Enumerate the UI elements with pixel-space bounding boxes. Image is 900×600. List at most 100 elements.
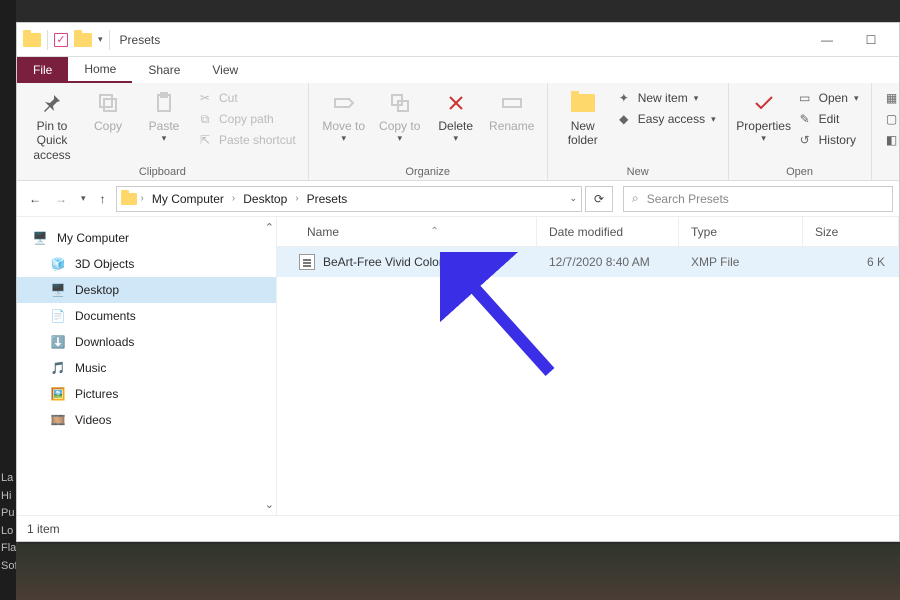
tab-share[interactable]: Share xyxy=(132,57,196,83)
history-dropdown-icon[interactable]: ▾ xyxy=(81,193,86,204)
label: Pictures xyxy=(75,387,118,401)
navigation-pane[interactable]: ⌃ ⌄ 🖥️ My Computer 🧊3D Objects 🖥️ Desktop… xyxy=(17,217,277,515)
music-icon: 🎵 xyxy=(49,360,67,376)
qat-dropdown-icon[interactable]: ▾ xyxy=(98,34,103,45)
copy-to-button[interactable]: Copy to▾ xyxy=(373,87,427,146)
label: Downloads xyxy=(75,335,134,349)
separator xyxy=(47,30,48,50)
label: Music xyxy=(75,361,106,375)
computer-icon: 🖥️ xyxy=(31,230,49,246)
minimize-button[interactable]: — xyxy=(805,25,849,55)
column-name[interactable]: Name⌃ xyxy=(277,217,537,246)
desktop-icon: 🖥️ xyxy=(49,282,67,298)
file-list-pane: Name⌃ Date modified Type Size BeArt-Free… xyxy=(277,217,899,515)
file-icon xyxy=(299,254,315,270)
chevron-down-icon: ▾ xyxy=(711,114,716,125)
select-all-button[interactable]: ▦Select all xyxy=(880,89,900,107)
select-none-button[interactable]: ▢Select none xyxy=(880,110,900,128)
rename-icon xyxy=(498,89,526,117)
group-clipboard: Pin to Quick access Copy Paste ▾ ✂Cut ⧉C… xyxy=(17,83,309,180)
edit-button[interactable]: ✎Edit xyxy=(793,110,863,128)
background-image-strip xyxy=(16,544,900,600)
breadcrumb-segment[interactable]: My Computer xyxy=(148,192,228,206)
label: Documents xyxy=(75,309,136,323)
label: Move to xyxy=(322,119,365,133)
cut-icon: ✂ xyxy=(197,90,213,106)
sidebar-item-3d-objects[interactable]: 🧊3D Objects xyxy=(17,251,276,277)
paste-shortcut-button[interactable]: ⇱Paste shortcut xyxy=(193,131,300,149)
breadcrumb-segment[interactable]: Presets xyxy=(303,192,352,206)
chevron-down-icon: ▾ xyxy=(341,133,346,144)
sidebar-item-desktop[interactable]: 🖥️ Desktop xyxy=(17,277,276,303)
forward-button[interactable]: → xyxy=(55,192,67,206)
scroll-down-icon[interactable]: ⌄ xyxy=(265,498,274,511)
chevron-down-icon: ▾ xyxy=(453,133,458,144)
search-box[interactable]: ⌕ Search Presets xyxy=(623,186,893,212)
qat-properties-icon[interactable]: ✓ xyxy=(54,33,68,47)
easy-access-button[interactable]: ◆Easy access ▾ xyxy=(612,110,720,128)
pin-icon xyxy=(38,89,66,117)
file-date: 12/7/2020 8:40 AM xyxy=(537,255,679,269)
refresh-button[interactable]: ⟳ xyxy=(585,186,613,212)
rename-button[interactable]: Rename xyxy=(485,87,539,135)
label: New item xyxy=(638,91,688,105)
search-icon: ⌕ xyxy=(632,191,639,206)
pin-to-quick-access-button[interactable]: Pin to Quick access xyxy=(25,87,79,164)
tab-file[interactable]: File xyxy=(17,57,68,83)
label: Copy xyxy=(94,119,122,133)
cut-button[interactable]: ✂Cut xyxy=(193,89,300,107)
tab-home[interactable]: Home xyxy=(68,57,132,83)
sidebar-item-pictures[interactable]: 🖼️ Pictures xyxy=(17,381,276,407)
chevron-right-icon: › xyxy=(139,193,146,204)
folder-icon xyxy=(121,193,137,205)
sidebar-item-my-computer[interactable]: 🖥️ My Computer xyxy=(17,225,276,251)
nav-arrows: ← → ▾ ↑ xyxy=(23,192,112,206)
copy-path-button[interactable]: ⧉Copy path xyxy=(193,110,300,128)
properties-button[interactable]: Properties▾ xyxy=(737,87,791,146)
scroll-up-icon[interactable]: ⌃ xyxy=(265,221,274,234)
sidebar-item-downloads[interactable]: ⬇️Downloads xyxy=(17,329,276,355)
sidebar-item-videos[interactable]: 🎞️Videos xyxy=(17,407,276,433)
history-button[interactable]: ↺ History xyxy=(793,131,863,149)
tab-view[interactable]: View xyxy=(196,57,254,83)
invert-selection-button[interactable]: ◧Invert selection xyxy=(880,131,900,149)
ribbon-tabs: File Home Share View xyxy=(17,57,899,83)
breadcrumb-segment[interactable]: Desktop xyxy=(239,192,291,206)
new-item-button[interactable]: ✦New item ▾ xyxy=(612,89,720,107)
file-row[interactable]: BeArt-Free Vivid Colors.xmp 12/7/2020 8:… xyxy=(277,247,899,277)
sidebar-item-documents[interactable]: 📄 Documents xyxy=(17,303,276,329)
column-size[interactable]: Size xyxy=(803,217,899,246)
label: Delete xyxy=(438,119,473,133)
history-icon: ↺ xyxy=(797,132,813,148)
column-date[interactable]: Date modified xyxy=(537,217,679,246)
video-icon: 🎞️ xyxy=(49,412,67,428)
paste-button[interactable]: Paste ▾ xyxy=(137,87,191,146)
label: History xyxy=(819,133,856,147)
group-title: Organize xyxy=(317,164,539,178)
breadcrumb-bar[interactable]: › My Computer › Desktop › Presets ⌄ xyxy=(116,186,582,212)
group-title: New xyxy=(556,164,720,178)
open-button[interactable]: ▭Open ▾ xyxy=(793,89,863,107)
document-icon: 📄 xyxy=(49,308,67,324)
back-button[interactable]: ← xyxy=(29,192,41,206)
ribbon: Pin to Quick access Copy Paste ▾ ✂Cut ⧉C… xyxy=(17,83,899,181)
group-title: Clipboard xyxy=(25,164,300,178)
new-folder-button[interactable]: New folder xyxy=(556,87,610,150)
sidebar-item-music[interactable]: 🎵 Music xyxy=(17,355,276,381)
chevron-right-icon: › xyxy=(293,193,300,204)
maximize-button[interactable]: ☐ xyxy=(849,25,893,55)
up-button[interactable]: ↑ xyxy=(100,192,106,206)
label: Rename xyxy=(489,119,534,133)
move-to-button[interactable]: Move to▾ xyxy=(317,87,371,146)
label: Properties xyxy=(736,119,791,133)
label: Pin to Quick access xyxy=(29,119,75,162)
chevron-down-icon[interactable]: ⌄ xyxy=(569,193,577,204)
explorer-window: ✓ ▾ Presets — ☐ File Home Share View Pin… xyxy=(16,22,900,542)
column-type[interactable]: Type xyxy=(679,217,803,246)
copy-button[interactable]: Copy xyxy=(81,87,135,135)
group-organize: Move to▾ Copy to▾ Delete▾ Rename Organiz… xyxy=(309,83,548,180)
label: Desktop xyxy=(75,283,119,297)
delete-button[interactable]: Delete▾ xyxy=(429,87,483,146)
picture-icon: 🖼️ xyxy=(49,386,67,402)
group-title: Select xyxy=(880,164,900,178)
